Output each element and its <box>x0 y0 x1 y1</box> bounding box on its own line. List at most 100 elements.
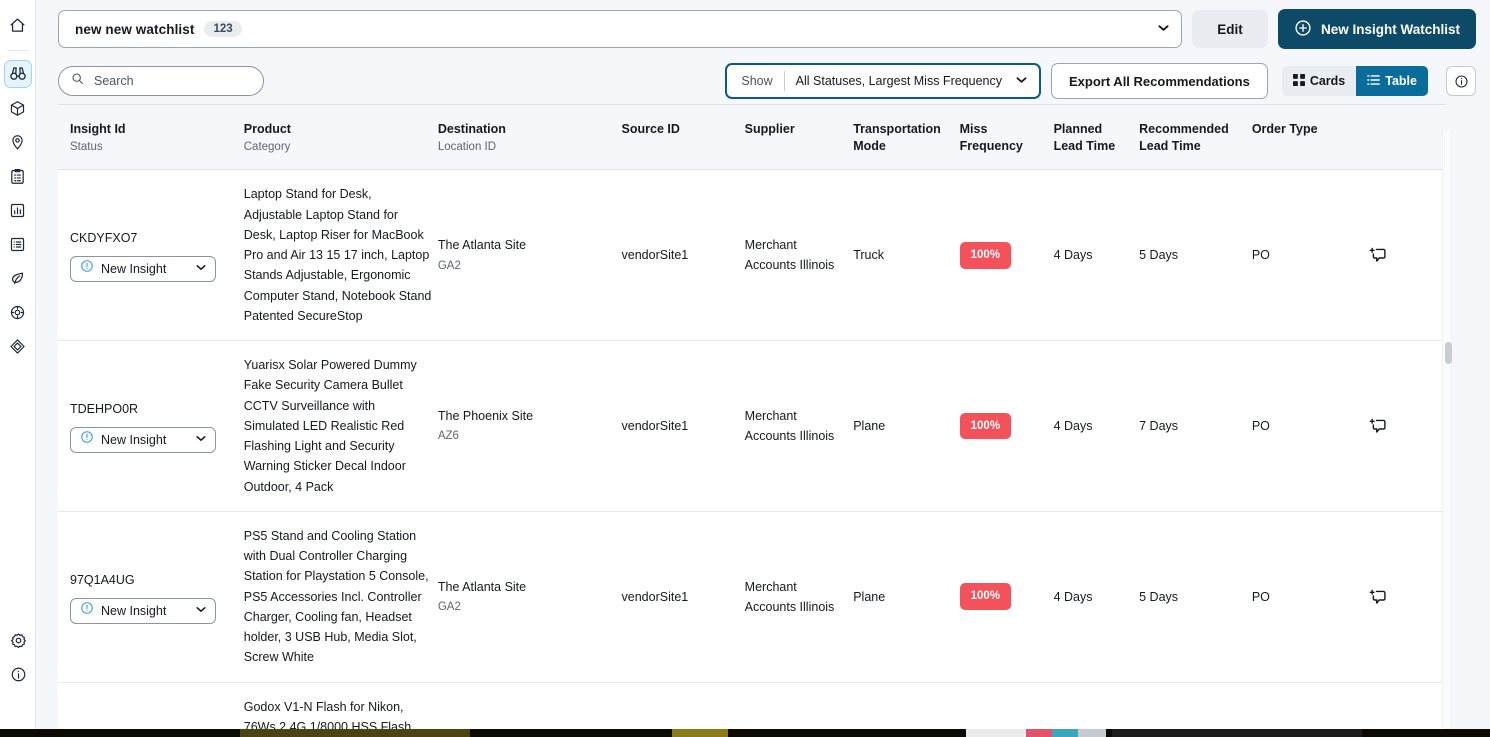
status-label: New Insight <box>101 259 166 279</box>
cell-supplier: Merchant Accounts Illinois <box>745 341 854 512</box>
status-dropdown[interactable]: New Insight <box>70 598 216 624</box>
vertical-scrollbar[interactable] <box>1442 130 1452 728</box>
sidebar-item-inventory[interactable] <box>5 95 31 121</box>
insight-id-value: TDEHPO0R <box>70 399 238 419</box>
cell-miss-frequency: 100% <box>960 341 1054 512</box>
cards-icon <box>1293 74 1305 89</box>
sidebar-item-insights[interactable] <box>5 61 31 87</box>
sidebar-item-network[interactable] <box>5 333 31 359</box>
add-comment-icon[interactable] <box>1369 588 1387 606</box>
col-transportation-mode-title: Transportation Mode <box>853 122 941 153</box>
sidebar-item-planning[interactable] <box>5 299 31 325</box>
help-info-button[interactable] <box>1446 66 1476 96</box>
col-planned-lead-time[interactable]: Planned Lead Time <box>1054 105 1140 170</box>
table-icon <box>1367 74 1380 89</box>
destination-name: The Atlanta Site <box>438 577 616 597</box>
table-header-row: Insight Id Status Product Category Desti… <box>58 105 1446 170</box>
strip-segment <box>966 729 1026 737</box>
destination-location-id: AZ6 <box>438 427 616 446</box>
watchlist-name: new new watchlist <box>75 22 194 37</box>
add-comment-icon[interactable] <box>1369 246 1387 264</box>
sidebar-item-orders[interactable] <box>5 163 31 189</box>
col-actions <box>1369 105 1446 170</box>
col-destination[interactable]: Destination Location ID <box>438 105 622 170</box>
col-insight-id[interactable]: Insight Id Status <box>58 105 244 170</box>
col-source-id-title: Source ID <box>622 122 680 136</box>
show-filter-dropdown[interactable]: Show All Statuses, Largest Miss Frequenc… <box>725 63 1041 99</box>
cell-miss-frequency: 100% <box>960 511 1054 682</box>
strip-segment <box>240 729 470 737</box>
view-toggle-cards[interactable]: Cards <box>1282 66 1356 96</box>
table-header: Insight Id Status Product Category Desti… <box>58 105 1446 170</box>
strip-segment <box>1112 729 1362 737</box>
col-supplier[interactable]: Supplier <box>745 105 854 170</box>
sidebar-item-sustainability[interactable] <box>5 265 31 291</box>
insight-id-value: 97Q1A4UG <box>70 570 238 590</box>
cell-source-id: vendorSite1 <box>622 170 745 341</box>
app-root: new new watchlist 123 Edit New Insight W… <box>0 0 1490 737</box>
status-dropdown[interactable]: New Insight <box>70 427 216 453</box>
alert-circle-icon <box>80 259 94 279</box>
status-badge: 100% <box>960 242 1011 269</box>
col-product[interactable]: Product Category <box>244 105 438 170</box>
watchlist-selector[interactable]: new new watchlist 123 <box>58 10 1182 48</box>
sidebar-item-settings[interactable] <box>5 627 31 653</box>
col-order-type-title: Order Type <box>1252 122 1318 136</box>
search-input[interactable] <box>92 73 251 89</box>
status-badge: 100% <box>960 413 1011 440</box>
main-content: new new watchlist 123 Edit New Insight W… <box>36 0 1490 737</box>
cell-transportation-mode: Truck <box>853 170 959 341</box>
cell-insight-id: CKDYFXO7New Insight <box>58 170 244 341</box>
col-product-title: Product <box>244 122 291 136</box>
view-toggle-table[interactable]: Table <box>1356 66 1428 96</box>
cell-recommended-lead-time: 5 Days <box>1139 511 1252 682</box>
edit-button[interactable]: Edit <box>1192 10 1268 48</box>
cell-source-id: vendorSite1 <box>622 341 745 512</box>
export-all-recommendations-button[interactable]: Export All Recommendations <box>1051 63 1268 99</box>
col-destination-sub: Location ID <box>438 140 616 156</box>
scrollbar-thumb[interactable] <box>1445 342 1452 364</box>
col-transportation-mode[interactable]: Transportation Mode <box>853 105 959 170</box>
sidebar-divider <box>7 50 29 51</box>
col-insight-id-title: Insight Id <box>70 122 126 136</box>
alert-circle-icon <box>80 430 94 450</box>
plus-circle-icon <box>1294 19 1312 40</box>
cell-planned-lead-time: 4 Days <box>1054 341 1140 512</box>
cell-actions <box>1369 511 1446 682</box>
table-row[interactable]: CKDYFXO7New InsightLaptop Stand for Desk… <box>58 170 1446 341</box>
table-row[interactable]: 97Q1A4UGNew InsightPS5 Stand and Cooling… <box>58 511 1446 682</box>
destination-location-id: GA2 <box>438 257 616 276</box>
watchlist-count-badge: 123 <box>204 21 241 37</box>
product-name: Laptop Stand for Desk, Adjustable Laptop… <box>244 184 432 326</box>
add-comment-icon[interactable] <box>1369 417 1387 435</box>
col-miss-frequency[interactable]: Miss Frequency <box>960 105 1054 170</box>
new-insight-watchlist-button[interactable]: New Insight Watchlist <box>1278 9 1476 49</box>
product-name: Yuarisx Solar Powered Dummy Fake Securit… <box>244 355 432 497</box>
table-row[interactable]: TDEHPO0R New Insight Yuarisx Solar Powered… <box>58 341 1446 512</box>
col-source-id[interactable]: Source ID <box>622 105 745 170</box>
status-dropdown[interactable]: New Insight <box>70 256 216 282</box>
sidebar-item-locations[interactable] <box>5 129 31 155</box>
col-destination-title: Destination <box>438 122 506 136</box>
search-box[interactable] <box>58 66 264 96</box>
col-insight-id-sub: Status <box>70 140 238 156</box>
destination-location-id: GA2 <box>438 598 616 617</box>
col-recommended-lead-time-title: Recommended Lead Time <box>1139 122 1229 153</box>
cell-planned-lead-time: 4 Days <box>1054 170 1140 341</box>
sidebar-item-catalog[interactable] <box>5 231 31 257</box>
col-order-type[interactable]: Order Type <box>1252 105 1369 170</box>
table-body: CKDYFXO7New InsightLaptop Stand for Desk… <box>58 170 1446 737</box>
cell-supplier: Merchant Accounts Illinois <box>745 170 854 341</box>
status-label: New Insight <box>101 430 166 450</box>
sidebar-item-home[interactable] <box>5 12 31 38</box>
cell-product: Yuarisx Solar Powered Dummy Fake Securit… <box>244 341 438 512</box>
sidebar-item-info[interactable] <box>5 661 31 687</box>
cell-transportation-mode: Plane <box>853 341 959 512</box>
show-filter-value: All Statuses, Largest Miss Frequency <box>785 74 1016 88</box>
background-window-strip <box>0 729 1490 737</box>
col-recommended-lead-time[interactable]: Recommended Lead Time <box>1139 105 1252 170</box>
sidebar-item-analytics[interactable] <box>5 197 31 223</box>
status-badge: 100% <box>960 583 1011 610</box>
strip-segment <box>672 729 728 737</box>
sidebar-bottom-group <box>0 627 36 695</box>
